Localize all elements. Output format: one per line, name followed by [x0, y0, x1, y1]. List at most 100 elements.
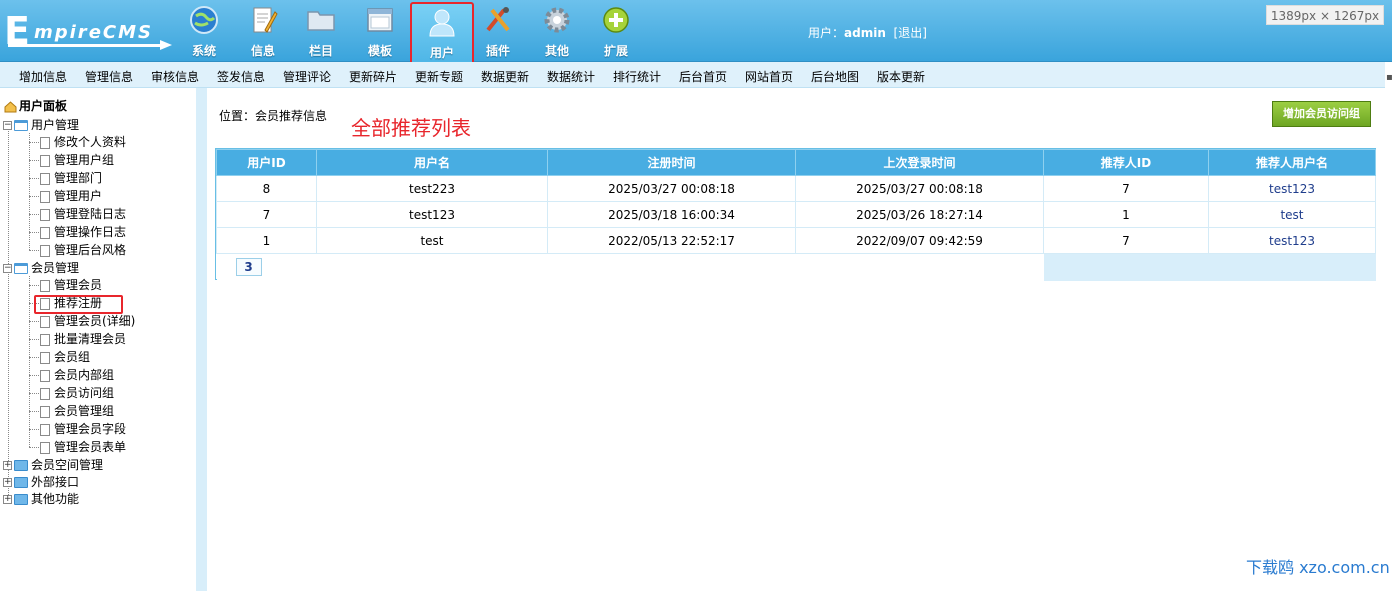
- sidebar-item-label: 管理用户: [54, 189, 103, 203]
- sidebar-item-manage-user-groups[interactable]: 管理用户组: [29, 151, 114, 169]
- sidebar-item-member-access-groups[interactable]: 会员访问组: [29, 384, 114, 402]
- page-icon: [40, 441, 50, 454]
- col-header-register-time[interactable]: 注册时间: [547, 149, 796, 176]
- col-header-referrer-username[interactable]: 推荐人用户名: [1208, 149, 1376, 176]
- add-member-access-group-button[interactable]: 增加会员访问组: [1272, 101, 1371, 127]
- subnav-manage-comments[interactable]: 管理评论: [283, 68, 331, 85]
- sidebar-group-member-manage[interactable]: − 会员管理: [3, 259, 79, 277]
- subnav-data-stats[interactable]: 数据统计: [547, 68, 595, 85]
- sidebar-item-member-groups[interactable]: 会员组: [29, 348, 90, 366]
- tools-icon: [486, 7, 510, 32]
- folder-icon: [14, 477, 28, 488]
- page-icon: [40, 172, 50, 185]
- sidebar-item-manage-departments[interactable]: 管理部门: [29, 169, 102, 187]
- col-header-referrer-id[interactable]: 推荐人ID: [1043, 149, 1209, 176]
- table-footer-row: 3: [216, 253, 1376, 281]
- sidebar-item-label: 管理操作日志: [54, 225, 127, 239]
- subnav-site-home[interactable]: 网站首页: [745, 68, 793, 85]
- sidebar-item-bulk-clean-members[interactable]: 批量清理会员: [29, 330, 126, 348]
- sidebar-group-other-functions[interactable]: + 其他功能: [3, 490, 79, 508]
- sidebar-title: 用户面板: [4, 97, 67, 115]
- topnav-plugin[interactable]: 插件: [470, 4, 526, 60]
- sidebar-item-member-internal-groups[interactable]: 会员内部组: [29, 366, 114, 384]
- expand-icon[interactable]: +: [3, 495, 12, 504]
- sidebar-item-member-fields[interactable]: 管理会员字段: [29, 420, 126, 438]
- logout-link[interactable]: [退出]: [894, 26, 927, 40]
- cell-referrer-username[interactable]: test: [1208, 201, 1376, 228]
- page-icon: [40, 369, 50, 382]
- subnav-manage-info[interactable]: 管理信息: [85, 68, 133, 85]
- collapse-icon[interactable]: −: [3, 264, 12, 273]
- sidebar-item-manage-members-detail[interactable]: 管理会员(详细): [29, 312, 135, 330]
- topnav-user[interactable]: 用户: [410, 2, 474, 66]
- page-icon: [40, 351, 50, 364]
- cell-username: test123: [316, 201, 548, 228]
- sidebar-item-member-forms[interactable]: 管理会员表单: [29, 438, 126, 456]
- topnav-system[interactable]: 系统: [176, 4, 232, 60]
- folder-open-icon: [14, 263, 28, 274]
- subnav-review-info[interactable]: 审核信息: [151, 68, 199, 85]
- topnav-label: 系统: [191, 44, 216, 58]
- cell-referrer-username[interactable]: test123: [1208, 175, 1376, 202]
- tree-connector: [29, 196, 39, 197]
- sidebar-group-user-manage[interactable]: − 用户管理: [3, 116, 79, 134]
- topnav-other[interactable]: 其他: [529, 4, 585, 60]
- cell-last-login: 2025/03/27 00:08:18: [795, 175, 1044, 202]
- subnav-admin-map[interactable]: 后台地图: [811, 68, 859, 85]
- topnav-info[interactable]: 信息: [235, 4, 291, 60]
- window-icon: [367, 8, 393, 32]
- page-icon: [40, 387, 50, 400]
- cell-user-id: 1: [216, 227, 317, 254]
- subnav-sign-info[interactable]: 签发信息: [217, 68, 265, 85]
- page-icon: [40, 244, 50, 257]
- cell-referrer-id: 7: [1043, 227, 1209, 254]
- sidebar-item-manage-members[interactable]: 管理会员: [29, 276, 102, 294]
- subnav-admin-home[interactable]: 后台首页: [679, 68, 727, 85]
- table-header-row: 用户ID 用户名 注册时间 上次登录时间 推荐人ID 推荐人用户名: [216, 149, 1376, 176]
- col-header-last-login[interactable]: 上次登录时间: [795, 149, 1044, 176]
- home-icon: [4, 100, 17, 112]
- sidebar-item-member-admin-groups[interactable]: 会员管理组: [29, 402, 114, 420]
- folder-icon: [307, 11, 335, 31]
- cell-referrer-username[interactable]: test123: [1208, 227, 1376, 254]
- subnav-data-update[interactable]: 数据更新: [481, 68, 529, 85]
- col-header-username[interactable]: 用户名: [316, 149, 548, 176]
- expand-icon[interactable]: +: [3, 478, 12, 487]
- tree-connector: [29, 339, 39, 340]
- breadcrumb-link[interactable]: 会员推荐信息: [255, 109, 327, 123]
- subnav-update-topics[interactable]: 更新专题: [415, 68, 463, 85]
- subnav-add-info[interactable]: 增加信息: [19, 68, 67, 85]
- gear-icon: [544, 7, 570, 33]
- cell-username: test: [316, 227, 548, 254]
- logo-arrow-line: [8, 44, 166, 47]
- subnav-ranking-stats[interactable]: 排行统计: [613, 68, 661, 85]
- topnav-template[interactable]: 模板: [352, 4, 408, 60]
- sidebar-item-manage-users[interactable]: 管理用户: [29, 187, 102, 205]
- sidebar-item-label: 管理会员(详细): [54, 314, 136, 328]
- sidebar-item-operation-logs[interactable]: 管理操作日志: [29, 223, 126, 241]
- topnav-extend[interactable]: 扩展: [588, 4, 644, 60]
- page-icon: [40, 279, 50, 292]
- subnav-update-fragments[interactable]: 更新碎片: [349, 68, 397, 85]
- page-icon: [40, 333, 50, 346]
- sidebar-group-member-space[interactable]: + 会员空间管理: [3, 456, 103, 474]
- subnav-version-update[interactable]: 版本更新: [877, 68, 925, 85]
- col-header-user-id[interactable]: 用户ID: [216, 149, 317, 176]
- logo-text: mpireCMS: [34, 22, 153, 43]
- topnav-column[interactable]: 栏目: [293, 4, 349, 60]
- sidebar-item-label: 管理用户组: [54, 153, 115, 167]
- expand-icon[interactable]: +: [3, 461, 12, 470]
- sidebar-group-external-api[interactable]: + 外部接口: [3, 473, 79, 491]
- empirecms-logo[interactable]: E mpireCMS: [4, 12, 172, 52]
- sidebar-item-edit-profile[interactable]: 修改个人资料: [29, 133, 126, 151]
- breadcrumb: 位置：会员推荐信息: [219, 107, 327, 124]
- folder-open-icon: [14, 120, 28, 131]
- sidebar-splitter[interactable]: [196, 88, 207, 591]
- topnav-label: 栏目: [308, 44, 333, 58]
- tree-connector: [29, 232, 39, 233]
- page-total-button[interactable]: 3: [235, 258, 262, 277]
- sidebar-item-login-logs[interactable]: 管理登陆日志: [29, 205, 126, 223]
- sidebar-item-admin-styles[interactable]: 管理后台风格: [29, 241, 126, 259]
- collapse-icon[interactable]: −: [3, 121, 12, 130]
- sidebar-group-label: 外部接口: [31, 475, 80, 489]
